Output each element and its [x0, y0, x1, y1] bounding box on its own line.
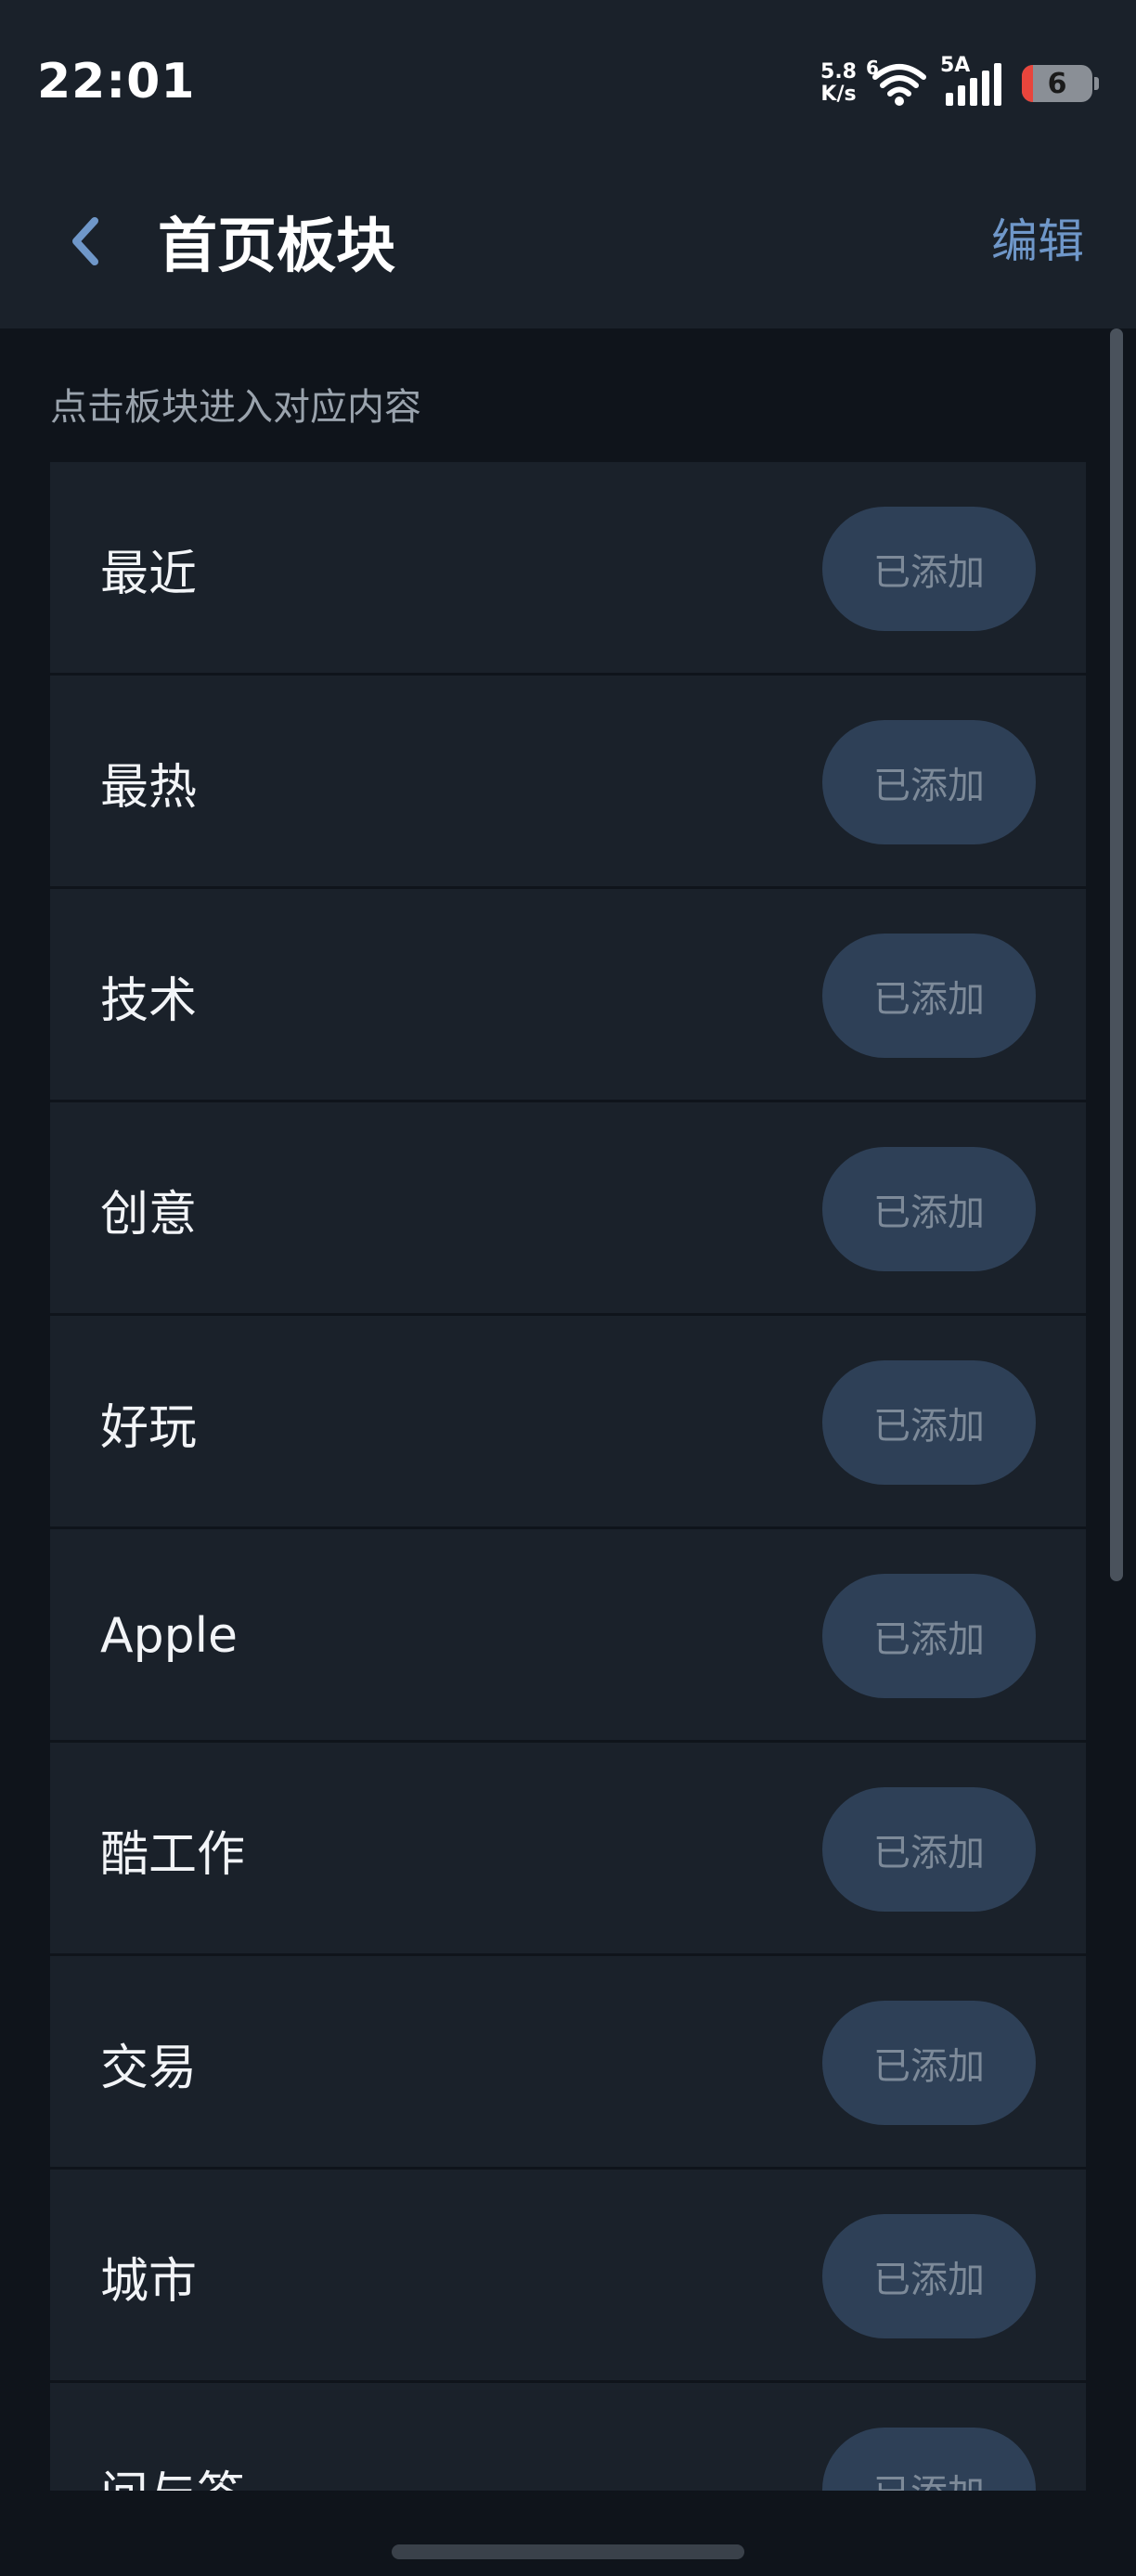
list-item[interactable]: 交易 已添加	[50, 1956, 1086, 2170]
bottom-bar	[0, 2491, 1136, 2576]
content-area: 点击板块进入对应内容 最近 已添加 最热 已添加 技术 已添加 创意 已添加 好…	[0, 328, 1136, 2491]
section-label: 最热	[100, 759, 198, 816]
section-list: 最近 已添加 最热 已添加 技术 已添加 创意 已添加 好玩 已添加 Apple…	[50, 462, 1086, 2491]
section-label: 好玩	[100, 1399, 198, 1456]
added-button[interactable]: 已添加	[822, 1360, 1036, 1485]
added-button[interactable]: 已添加	[822, 2001, 1036, 2125]
added-button[interactable]: 已添加	[822, 1787, 1036, 1912]
list-item[interactable]: 城市 已添加	[50, 2170, 1086, 2383]
section-label: 最近	[100, 546, 198, 602]
wifi-label: 6	[866, 57, 879, 79]
battery-icon: 6	[1022, 65, 1092, 102]
list-item[interactable]: 技术 已添加	[50, 889, 1086, 1102]
added-button[interactable]: 已添加	[822, 1574, 1036, 1698]
screen: 22:01 5.8 K/s 6 5A 6 首页板块 编辑 点击板块进入对应内容 …	[0, 0, 1136, 2576]
section-label: 城市	[100, 2253, 198, 2310]
section-label: 交易	[100, 2040, 198, 2096]
section-label: 酷工作	[100, 1826, 246, 1883]
wifi-icon: 6	[866, 57, 929, 107]
list-item[interactable]: 最热 已添加	[50, 676, 1086, 889]
list-item[interactable]: 问与答 已添加	[50, 2383, 1086, 2491]
list-item[interactable]: 最近 已添加	[50, 462, 1086, 676]
list-item[interactable]: 创意 已添加	[50, 1102, 1086, 1316]
list-item[interactable]: 好玩 已添加	[50, 1316, 1086, 1529]
hint-text: 点击板块进入对应内容	[50, 386, 421, 429]
list-item[interactable]: Apple 已添加	[50, 1529, 1086, 1743]
added-button[interactable]: 已添加	[822, 507, 1036, 631]
added-button[interactable]: 已添加	[822, 934, 1036, 1058]
added-button[interactable]: 已添加	[822, 2214, 1036, 2338]
page-title: 首页板块	[158, 213, 395, 281]
section-label: 问与答	[100, 2383, 245, 2492]
status-time: 22:01	[37, 54, 196, 109]
status-bar: 22:01 5.8 K/s 6 5A 6	[0, 0, 1136, 165]
network-speed-value: 5.8	[820, 60, 857, 84]
section-label: 创意	[100, 1186, 198, 1243]
network-speed-unit: K/s	[820, 83, 857, 106]
home-indicator[interactable]	[392, 2544, 744, 2559]
section-label: Apple	[100, 1608, 239, 1664]
network-speed: 5.8 K/s	[820, 61, 857, 106]
list-item[interactable]: 酷工作 已添加	[50, 1743, 1086, 1956]
signal-label: 5A	[940, 54, 971, 77]
cellular-signal-icon: 5A	[940, 54, 1001, 106]
app-header: 首页板块 编辑	[0, 165, 1136, 328]
added-button[interactable]: 已添加	[822, 2428, 1036, 2491]
scrollbar[interactable]	[1110, 328, 1123, 1581]
battery-tip	[1094, 77, 1099, 90]
added-button[interactable]: 已添加	[822, 1147, 1036, 1271]
section-label: 技术	[100, 972, 198, 1029]
back-icon[interactable]	[59, 202, 115, 277]
added-button[interactable]: 已添加	[822, 720, 1036, 844]
status-icons: 5.8 K/s 6 5A 6	[820, 54, 1099, 111]
edit-button[interactable]: 编辑	[991, 204, 1084, 271]
battery-level: 6	[1047, 67, 1067, 100]
